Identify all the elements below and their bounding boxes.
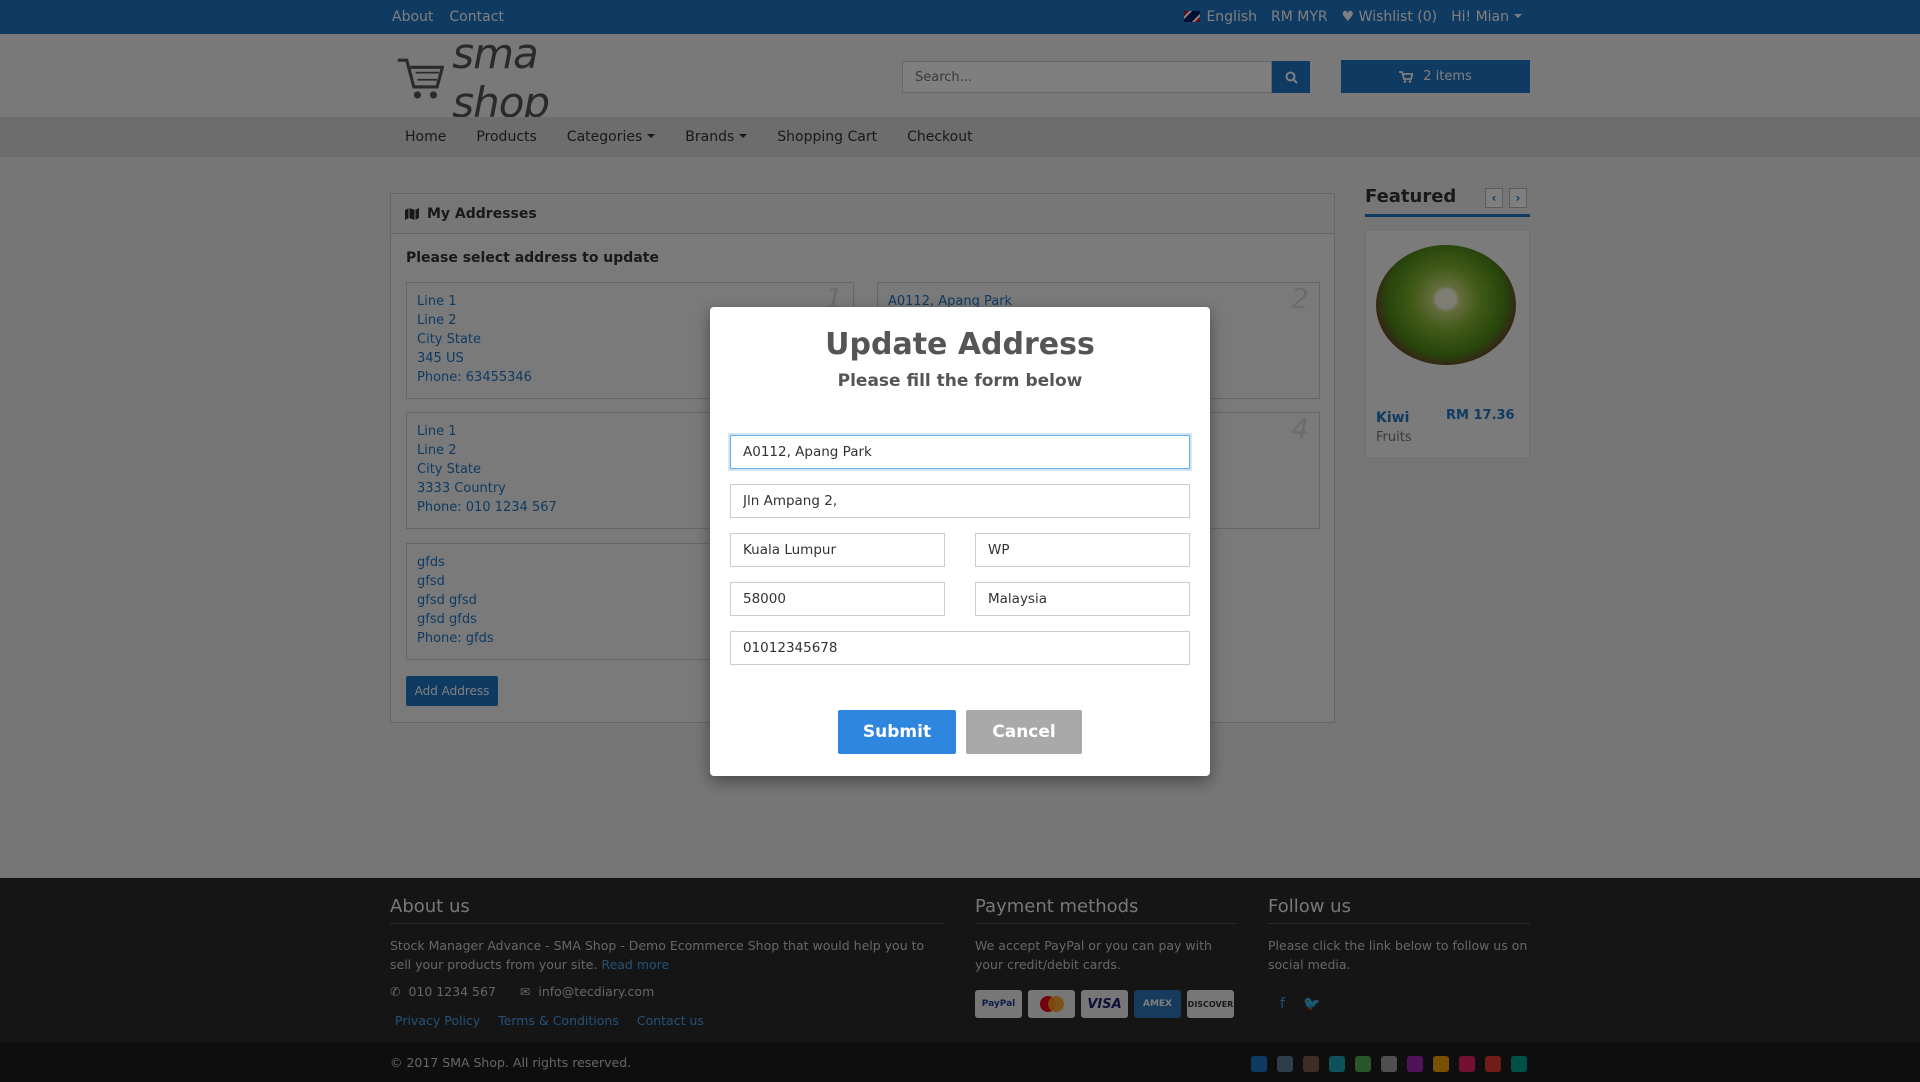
city-input[interactable]: [730, 533, 945, 567]
state-input[interactable]: [975, 533, 1190, 567]
postal-code-input[interactable]: [730, 582, 945, 616]
address-line1-input[interactable]: [730, 435, 1190, 469]
modal-subtitle: Please fill the form below: [837, 371, 1083, 391]
cancel-button[interactable]: Cancel: [966, 710, 1082, 754]
update-address-modal: Update Address Please fill the form belo…: [710, 307, 1210, 776]
country-input[interactable]: [975, 582, 1190, 616]
modal-title: Update Address: [825, 327, 1095, 362]
phone-input[interactable]: [730, 631, 1190, 665]
address-line2-input[interactable]: [730, 484, 1190, 518]
submit-button[interactable]: Submit: [838, 710, 956, 754]
